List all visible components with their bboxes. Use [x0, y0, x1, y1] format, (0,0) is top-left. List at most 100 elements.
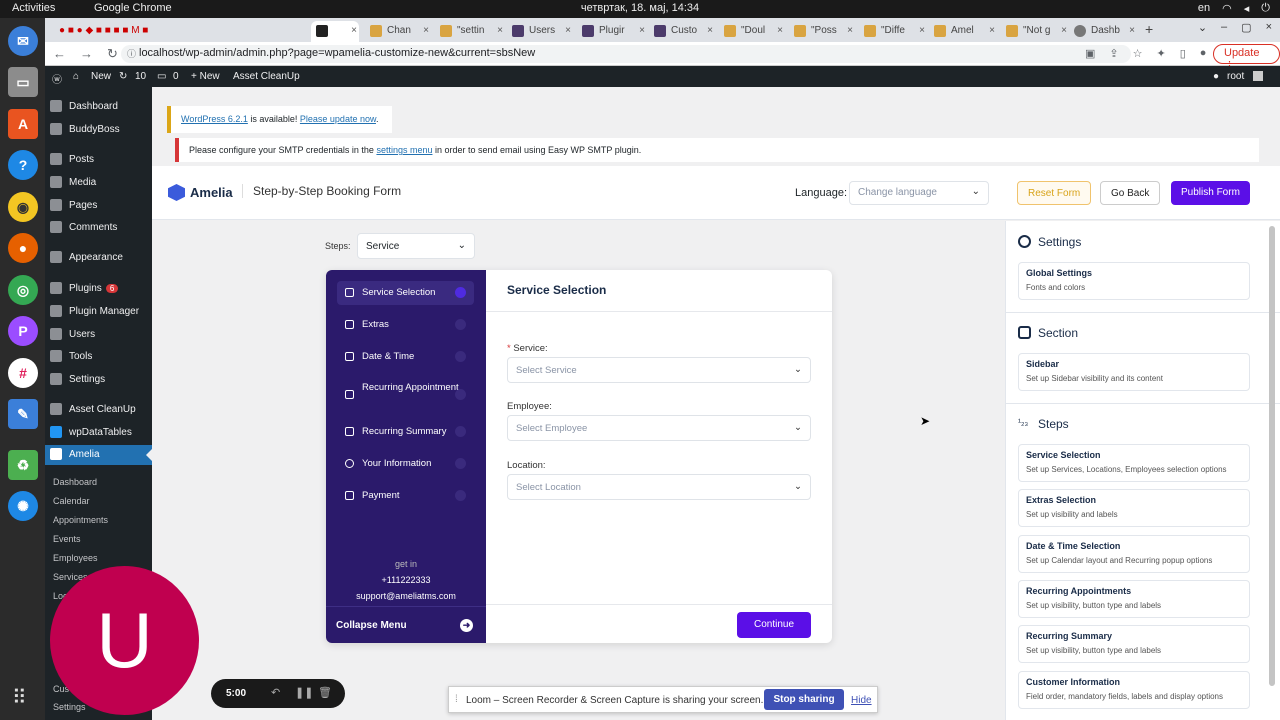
hide-link[interactable]: Hide	[851, 695, 872, 706]
step-extras[interactable]: Extras	[337, 313, 474, 337]
wp-logo-icon[interactable]: ⓦ	[52, 71, 62, 86]
submenu-appointments[interactable]: Appointments	[53, 515, 108, 525]
language-select[interactable]: Change language ⌄	[849, 181, 989, 205]
avatar[interactable]	[1253, 71, 1263, 81]
bookmark-star-icon[interactable]: ☆	[1133, 47, 1143, 60]
close-icon[interactable]: ×	[919, 25, 925, 36]
tab-search-icon[interactable]: ⌄	[1198, 21, 1207, 34]
step-card-customer-information[interactable]: Customer Information Field order, mandato…	[1018, 671, 1250, 709]
submenu-dashboard[interactable]: Dashboard	[53, 477, 97, 487]
forward-icon[interactable]: →	[80, 46, 93, 62]
system-tray[interactable]: en ◠ ◂ ⏻	[1198, 2, 1270, 15]
info-icon[interactable]: ⓘ	[127, 47, 136, 60]
settings-menu-link[interactable]: settings menu	[376, 145, 432, 155]
step-date-time[interactable]: Date & Time	[337, 345, 474, 369]
submenu-settings[interactable]: Settings	[53, 702, 86, 712]
pause-icon[interactable]: ❚❚	[295, 686, 313, 699]
loom-camera-avatar[interactable]: U	[50, 566, 199, 715]
sidebar-item-wpdatatables[interactable]: wpDataTables	[45, 423, 152, 443]
submenu-calendar[interactable]: Calendar	[53, 496, 90, 506]
sidebar-item-buddyboss[interactable]: BuddyBoss	[45, 120, 152, 140]
location-select[interactable]: Select Location ⌄	[507, 474, 811, 500]
sidebar-item-users[interactable]: Users	[45, 325, 152, 345]
minimize-icon[interactable]: –	[1221, 21, 1227, 34]
step-card-extras-selection[interactable]: Extras Selection Set up visibility and la…	[1018, 489, 1250, 527]
close-icon[interactable]: ×	[497, 25, 503, 36]
wp-version-link[interactable]: WordPress 6.2.1	[181, 114, 248, 124]
text-editor-icon[interactable]: ✎	[8, 399, 38, 429]
new-content-link[interactable]: + New	[191, 71, 220, 82]
browser-tab[interactable]: Plugir ×	[577, 21, 647, 42]
sidebar-item-posts[interactable]: Posts	[45, 150, 152, 170]
close-icon[interactable]: ×	[847, 25, 853, 36]
sidebar-item-amelia[interactable]: Amelia	[45, 445, 152, 465]
page-scrollbar[interactable]	[1269, 226, 1275, 686]
close-icon[interactable]: ×	[423, 25, 429, 36]
service-select[interactable]: Select Service ⌄	[507, 357, 811, 383]
sidebar-item-asset-cleanup[interactable]: Asset CleanUp	[45, 400, 152, 420]
reset-form-button[interactable]: Reset Form	[1017, 181, 1092, 205]
tab-active[interactable]: ×	[311, 21, 359, 42]
update-button[interactable]: Update ⋮	[1213, 44, 1280, 72]
user-icon[interactable]: ●	[1213, 71, 1219, 82]
step-card-date-time-selection[interactable]: Date & Time Selection Set up Calendar lay…	[1018, 535, 1250, 573]
clock[interactable]: четвртак, 18. мај, 14:34	[0, 2, 1280, 14]
close-window-icon[interactable]: ×	[1266, 21, 1272, 34]
user-name[interactable]: root	[1227, 71, 1244, 82]
sidebar-item-plugin-manager[interactable]: Plugin Manager	[45, 302, 152, 322]
sidebar-item-tools[interactable]: Tools	[45, 347, 152, 367]
comments-count[interactable]: 0	[173, 71, 179, 82]
browser-tab[interactable]: Chan ×	[365, 21, 431, 42]
close-icon[interactable]: ×	[351, 25, 357, 36]
close-icon[interactable]: ×	[707, 25, 713, 36]
step-your-information[interactable]: Your Information	[337, 452, 474, 476]
reload-icon[interactable]: ↻	[107, 46, 118, 62]
submenu-employees[interactable]: Employees	[53, 553, 98, 563]
profile-avatar[interactable]: ●	[1200, 47, 1207, 60]
browser-tab[interactable]: Custo ×	[649, 21, 715, 42]
step-payment[interactable]: Payment	[337, 484, 474, 508]
step-service-selection[interactable]: Service Selection	[337, 281, 474, 305]
go-back-button[interactable]: Go Back	[1100, 181, 1161, 205]
browser-tab[interactable]: "Doul ×	[719, 21, 785, 42]
collapse-menu-button[interactable]: Collapse Menu ➜	[326, 606, 486, 643]
network-icon[interactable]: ✺	[8, 491, 38, 521]
step-recurring-summary[interactable]: Recurring Summary	[337, 420, 474, 444]
help-icon[interactable]: ?	[8, 150, 38, 180]
browser-tab[interactable]: "Poss ×	[789, 21, 855, 42]
trash-icon[interactable]: ♻	[8, 450, 38, 480]
rhythmbox-icon[interactable]: ◉	[8, 192, 38, 222]
sidebar-item-appearance[interactable]: Appearance	[45, 248, 152, 268]
chrome-icon[interactable]: ◎	[8, 275, 38, 305]
close-icon[interactable]: ×	[1129, 25, 1135, 36]
show-apps-icon[interactable]: ⠿	[12, 685, 27, 710]
asset-cleanup-link[interactable]: Asset CleanUp	[233, 71, 300, 82]
close-icon[interactable]: ×	[1061, 25, 1067, 36]
sidebar-card[interactable]: Sidebar Set up Sidebar visibility and its…	[1018, 353, 1250, 391]
close-icon[interactable]: ×	[777, 25, 783, 36]
updates-icon[interactable]: ↻	[119, 71, 127, 82]
undo-icon[interactable]: ↶	[271, 686, 280, 699]
sidebar-item-settings[interactable]: Settings	[45, 370, 152, 390]
app-center-icon[interactable]: A	[8, 109, 38, 139]
step-card-recurring-appointments[interactable]: Recurring Appointments Set up visibility,…	[1018, 580, 1250, 618]
global-settings-card[interactable]: Global Settings Fonts and colors	[1018, 262, 1250, 300]
sidebar-item-dashboard[interactable]: Dashboard	[45, 97, 152, 117]
new-tab-button[interactable]: +	[1145, 21, 1153, 37]
delete-icon[interactable]: 🗑	[318, 686, 332, 699]
step-card-recurring-summary[interactable]: Recurring Summary Set up visibility, butt…	[1018, 625, 1250, 663]
submenu-events[interactable]: Events	[53, 534, 81, 544]
thunderbird-icon[interactable]: ✉	[8, 26, 38, 56]
maximize-icon[interactable]: ▢	[1241, 21, 1251, 34]
close-icon[interactable]: ×	[639, 25, 645, 36]
editor-icon[interactable]: P	[8, 316, 38, 346]
stop-sharing-button[interactable]: Stop sharing	[764, 689, 844, 710]
home-icon[interactable]: ⌂	[73, 71, 79, 82]
browser-tab[interactable]: "Not g ×	[1001, 21, 1069, 42]
browser-tab[interactable]: "settin ×	[435, 21, 505, 42]
sidebar-item-plugins[interactable]: Plugins 6	[45, 279, 152, 299]
publish-form-button[interactable]: Publish Form	[1171, 181, 1250, 205]
sidepanel-icon[interactable]: ▯	[1180, 47, 1186, 60]
share-icon[interactable]: ⇪	[1109, 47, 1118, 60]
drag-handle-icon[interactable]: ⁞	[455, 694, 458, 705]
